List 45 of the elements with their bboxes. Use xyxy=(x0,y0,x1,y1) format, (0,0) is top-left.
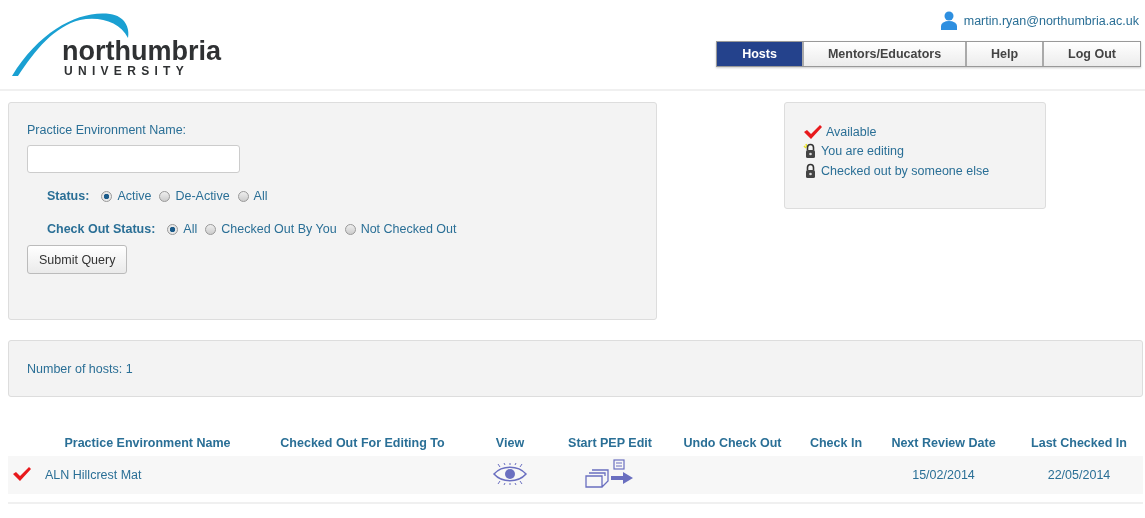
legend-label: Available xyxy=(826,124,877,139)
legend-label: Checked out by someone else xyxy=(821,163,990,178)
column-header: Undo Check Out xyxy=(683,436,782,450)
table-cell: 15/02/2014 xyxy=(912,468,975,482)
column-header: Checked Out For Editing To xyxy=(280,436,445,450)
column-header: Last Checked In xyxy=(1031,436,1127,450)
column-header: View xyxy=(495,436,525,450)
radio-button[interactable] xyxy=(167,223,179,235)
column-header: Practice Environment Name xyxy=(64,436,231,450)
nav-tab[interactable]: Help xyxy=(965,42,1042,66)
host-count: Number of hosts: 1 xyxy=(27,361,133,376)
name-field[interactable] xyxy=(27,145,240,173)
radio-label[interactable]: All xyxy=(183,222,198,236)
radio-button[interactable] xyxy=(237,190,249,202)
table-cell: ALN Hillcrest Mat xyxy=(45,468,142,482)
field-label: Status: xyxy=(47,189,90,203)
padlock-icon xyxy=(803,162,818,179)
column-header: Check In xyxy=(809,436,863,450)
padlock-icon xyxy=(803,143,818,160)
eye-icon[interactable] xyxy=(492,462,528,485)
submit-button[interactable]: Submit Query xyxy=(27,245,128,274)
radio-button[interactable] xyxy=(344,223,356,235)
radio-button[interactable] xyxy=(205,223,217,235)
table-cell: 22/05/2014 xyxy=(1047,468,1111,482)
nav-tab[interactable]: Hosts xyxy=(717,42,802,66)
user-email: martin.ryan@northumbria.ac.uk xyxy=(963,13,1139,28)
radio-label[interactable]: Not Checked Out xyxy=(360,222,457,236)
nav-tab[interactable]: Mentors/Educators xyxy=(802,42,965,66)
radio-button[interactable] xyxy=(159,190,171,202)
column-header: Start PEP Edit xyxy=(568,436,652,450)
radio-label[interactable]: Checked Out By You xyxy=(221,222,337,236)
field-label: Practice Environment Name: xyxy=(27,123,188,137)
column-header: Next Review Date xyxy=(891,436,996,450)
radio-button[interactable] xyxy=(101,190,113,202)
tick-icon xyxy=(12,465,32,482)
radio-label[interactable]: De-Active xyxy=(175,189,230,203)
user-icon xyxy=(940,11,957,30)
nav-tab[interactable]: Log Out xyxy=(1042,42,1140,66)
logo-name: northumbria xyxy=(62,36,221,66)
radio-label[interactable]: Active xyxy=(117,189,152,203)
logo-subtitle: UNIVERSITY xyxy=(64,64,189,78)
field-label: Check Out Status: xyxy=(47,222,156,236)
radio-label[interactable]: All xyxy=(253,189,268,203)
legend-label: You are editing xyxy=(821,144,904,159)
tick-icon xyxy=(803,123,823,140)
